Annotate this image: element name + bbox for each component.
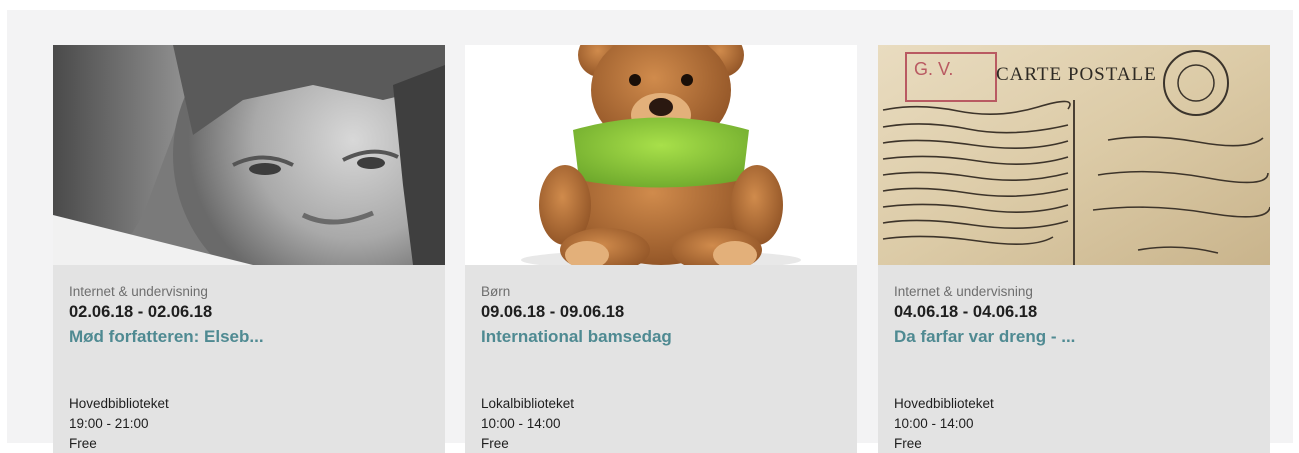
event-category: Børn bbox=[481, 284, 511, 299]
event-title-link[interactable]: Da farfar var dreng - ... bbox=[894, 327, 1254, 347]
event-category: Internet & undervisning bbox=[894, 284, 1033, 299]
event-card[interactable]: Børn 09.06.18 - 09.06.18 International b… bbox=[465, 45, 857, 453]
event-card[interactable]: Internet & undervisning 02.06.18 - 02.06… bbox=[53, 45, 445, 453]
event-title-link[interactable]: International bamsedag bbox=[481, 327, 841, 347]
event-time: 19:00 - 21:00 bbox=[69, 416, 149, 431]
event-dates: 02.06.18 - 02.06.18 bbox=[69, 303, 213, 321]
event-location: Hovedbiblioteket bbox=[894, 396, 994, 411]
event-dates: 09.06.18 - 09.06.18 bbox=[481, 303, 625, 321]
events-panel: Internet & undervisning 02.06.18 - 02.06… bbox=[7, 10, 1293, 453]
event-image-portrait[interactable] bbox=[53, 45, 445, 265]
event-card[interactable]: G. V. CARTE POSTALE Internet & undervisn… bbox=[878, 45, 1270, 453]
postcard-heading: CARTE POSTALE bbox=[996, 64, 1157, 85]
teddy-bear-photo bbox=[465, 45, 857, 265]
event-time: 10:00 - 14:00 bbox=[481, 416, 561, 431]
event-time: 10:00 - 14:00 bbox=[894, 416, 974, 431]
event-dates: 04.06.18 - 04.06.18 bbox=[894, 303, 1038, 321]
event-price: Free bbox=[894, 436, 922, 451]
portrait-photo bbox=[53, 45, 445, 265]
event-price: Free bbox=[481, 436, 509, 451]
postcard-photo: G. V. CARTE POSTALE bbox=[878, 45, 1270, 265]
event-image-teddy-bear[interactable] bbox=[465, 45, 857, 265]
event-location: Lokalbiblioteket bbox=[481, 396, 575, 411]
stamp-text: G. V. bbox=[914, 59, 953, 79]
event-location: Hovedbiblioteket bbox=[69, 396, 169, 411]
event-title-link[interactable]: Mød forfatteren: Elseb... bbox=[69, 327, 429, 347]
event-image-postcard[interactable]: G. V. CARTE POSTALE bbox=[878, 45, 1270, 265]
event-price: Free bbox=[69, 436, 97, 451]
event-category: Internet & undervisning bbox=[69, 284, 208, 299]
